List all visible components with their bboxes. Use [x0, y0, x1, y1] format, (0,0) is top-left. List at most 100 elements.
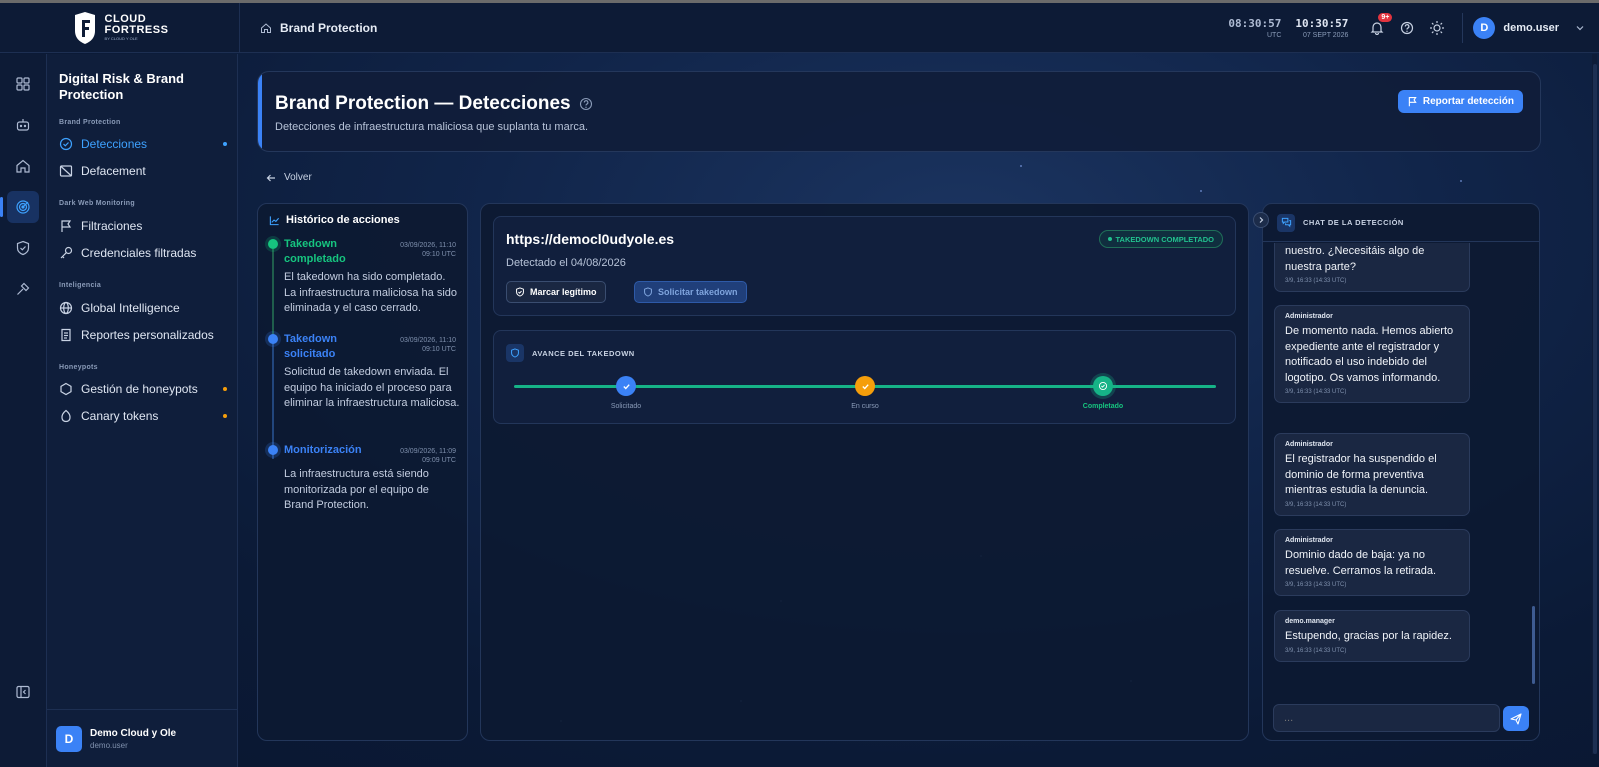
- sun-icon: [1430, 20, 1445, 35]
- back-link[interactable]: Volver: [266, 172, 312, 183]
- fortress-logo-icon: [74, 11, 95, 44]
- sidebar-item-global-intelligence[interactable]: Global Intelligence: [59, 298, 227, 318]
- shield-icon: [511, 348, 519, 358]
- rail-tools[interactable]: [7, 273, 39, 305]
- flag-icon: [61, 220, 72, 232]
- chat-scrollbar[interactable]: [1532, 606, 1535, 684]
- timeline-item-date: 03/09/2026, 11:10 09:10 UTC: [400, 337, 456, 353]
- org-user: demo.user: [90, 740, 128, 750]
- org-avatar: D: [56, 725, 82, 752]
- chevron-down-icon: [1576, 25, 1584, 30]
- report-detection-button[interactable]: Reportar detección: [1397, 90, 1523, 113]
- rail-collapse[interactable]: [7, 676, 39, 708]
- utc-time: 08:30:57: [1228, 16, 1282, 30]
- message-text: nuestro. ¿Necesitáis algo de nuestra par…: [1285, 245, 1425, 273]
- breadcrumb-current[interactable]: Brand Protection: [280, 21, 377, 35]
- app-logo[interactable]: CLOUD FORTRESS BY CLOUD Y OLE: [0, 2, 240, 53]
- message-time: 3/9, 16:33 (14:33 UTC): [1285, 582, 1347, 588]
- chat-message: Administrador De momento nada. Hemos abi…: [1274, 305, 1470, 403]
- timeline-item-title: Takedown solicitado: [284, 333, 337, 360]
- account-switcher[interactable]: D Demo Cloud y Ole demo.user: [47, 709, 238, 767]
- back-label: Volver: [284, 172, 312, 183]
- image-off-icon: [59, 165, 73, 177]
- arrow-left-icon: [266, 174, 275, 181]
- sidebar-item-honeypots[interactable]: Gestión de honeypots: [59, 379, 227, 399]
- chat-input[interactable]: [1273, 704, 1500, 732]
- message-text: Estupendo, gracias por la rapidez.: [1285, 630, 1452, 642]
- history-panel: Histórico de acciones Takedown completad…: [257, 203, 468, 741]
- help-icon[interactable]: [579, 97, 593, 111]
- message-author: Administrador: [1285, 313, 1333, 320]
- globe-icon: [59, 301, 73, 315]
- message-author: Administrador: [1285, 537, 1333, 544]
- step-solicitado: [616, 376, 636, 396]
- section-dark-web: Dark Web Monitoring: [59, 200, 135, 207]
- mark-legit-label: Marcar legítimo: [530, 287, 597, 297]
- send-button[interactable]: [1503, 706, 1529, 731]
- notifications-button[interactable]: 9+: [1362, 12, 1393, 43]
- chevron-right-icon: [1259, 217, 1264, 223]
- page-subtitle: Detecciones de infraestructura maliciosa…: [275, 121, 589, 133]
- timeline-item-date: 03/09/2026, 11:10 09:10 UTC: [400, 242, 456, 258]
- home-icon: [16, 159, 30, 173]
- send-icon: [1510, 712, 1522, 725]
- section-honeypots: Honeypots: [59, 364, 98, 371]
- help-button[interactable]: [1392, 13, 1422, 43]
- rail-shield[interactable]: [7, 232, 39, 264]
- timeline-dot-info: [268, 334, 278, 344]
- rail-home[interactable]: [7, 150, 39, 182]
- section-inteligencia: Inteligencia: [59, 282, 102, 289]
- detection-card: https://democl0udyole.es Detectado el 04…: [493, 216, 1236, 316]
- chat-header: CHAT DE LA DETECCIÓN: [1263, 204, 1539, 242]
- breadcrumb: Brand Protection: [260, 21, 377, 35]
- chat-messages[interactable]: nuestro. ¿Necesitáis algo de nuestra par…: [1263, 243, 1535, 692]
- chat-title: CHAT DE LA DETECCIÓN: [1303, 218, 1404, 227]
- sidebar-item-defacement[interactable]: Defacement: [59, 161, 227, 181]
- detection-url[interactable]: https://democl0udyole.es: [506, 231, 674, 247]
- step-label: Solicitado: [610, 403, 642, 410]
- sidebar-item-reportes[interactable]: Reportes personalizados: [59, 325, 227, 345]
- status-dot: [1107, 237, 1112, 241]
- message-text: El registrador ha suspendido el dominio …: [1285, 453, 1437, 496]
- detection-detail-panel: https://democl0udyole.es Detectado el 04…: [480, 203, 1249, 741]
- detection-date: Detectado el 04/08/2026: [506, 257, 626, 269]
- status-badge: TAKEDOWN COMPLETADO: [1098, 230, 1223, 248]
- shield-check-icon: [516, 287, 524, 297]
- sidebar-item-detecciones[interactable]: Detecciones: [59, 134, 227, 154]
- sidebar-item-canary-tokens[interactable]: Canary tokens: [59, 406, 227, 426]
- sidebar-item-credenciales[interactable]: Credenciales filtradas: [59, 243, 227, 263]
- active-dot: [223, 142, 227, 146]
- timeline-dot-info: [268, 445, 278, 455]
- mark-legit-button[interactable]: Marcar legítimo: [506, 281, 606, 303]
- sidebar-item-filtraciones[interactable]: Filtraciones: [59, 216, 227, 236]
- rail-radar[interactable]: [0, 191, 39, 223]
- page-scrollbar[interactable]: [1592, 54, 1597, 754]
- help-icon: [1401, 21, 1414, 34]
- avatar: D: [1473, 16, 1496, 39]
- request-takedown-button[interactable]: Solicitar takedown: [634, 281, 747, 303]
- shield-check-icon: [16, 240, 30, 256]
- chat-icon: [1281, 217, 1291, 228]
- step-en-curso: [855, 376, 875, 396]
- sidebar-title: Digital Risk & Brand Protection: [59, 71, 184, 102]
- chat-collapse-button[interactable]: [1253, 212, 1269, 228]
- message-time: 3/9, 16:33 (14:33 UTC): [1285, 278, 1347, 284]
- request-takedown-label: Solicitar takedown: [658, 287, 738, 297]
- tools-icon: [17, 282, 30, 295]
- theme-toggle-button[interactable]: [1422, 13, 1452, 43]
- timeline-line: [272, 344, 274, 459]
- user-menu[interactable]: D demo.user: [1473, 16, 1585, 39]
- logo-text-3: BY CLOUD Y OLE: [104, 35, 138, 41]
- message-text: Dominio dado de baja: ya no resuelve. Ce…: [1285, 549, 1437, 577]
- rail-bot[interactable]: [7, 109, 39, 141]
- chat-message: Administrador Dominio dado de baja: ya n…: [1274, 529, 1470, 596]
- bell-icon: [1370, 21, 1384, 35]
- chat-message: demo.manager Estupendo, gracias por la r…: [1274, 610, 1470, 662]
- message-author: Administrador: [1285, 441, 1333, 448]
- sidebar-item-label: Global Intelligence: [81, 301, 180, 315]
- rail-dashboard[interactable]: [7, 68, 39, 100]
- page-scrollbar-thumb[interactable]: [1593, 64, 1597, 754]
- icon-rail: [0, 54, 47, 767]
- timeline-item-text: La infraestructura está siendo monitoriz…: [284, 468, 429, 511]
- logo-text-2: FORTRESS: [104, 23, 169, 36]
